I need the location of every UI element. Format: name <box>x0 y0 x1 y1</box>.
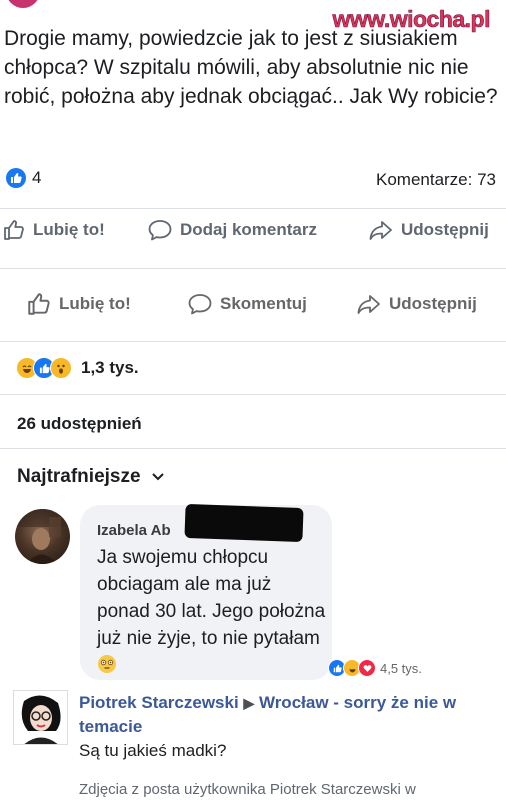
share-caption[interactable]: Zdjęcia z posta użytkownika Piotrek Star… <box>79 781 416 798</box>
shares-count[interactable]: 26 udostępnień <box>17 414 142 434</box>
like-label: Lubię to! <box>59 294 131 313</box>
share-icon <box>369 221 392 240</box>
divider <box>0 268 506 269</box>
commenter-avatar[interactable] <box>15 509 70 564</box>
comment-icon <box>188 294 212 315</box>
comment-button[interactable]: Skomentuj <box>187 291 307 317</box>
share-author-link[interactable]: Piotrek Starczewski <box>79 693 239 712</box>
comment-text: Ja swojemu chłopcu obciagam ale ma już p… <box>97 544 327 679</box>
share-label: Udostępnij <box>389 294 477 313</box>
thumbs-up-icon <box>28 293 50 315</box>
reactions-count: 1,3 tys. <box>81 358 139 377</box>
likes-summary[interactable]: 4 <box>6 168 41 188</box>
wow-reaction-icon <box>50 357 72 379</box>
divider <box>0 394 506 395</box>
chevron-down-icon <box>151 473 164 481</box>
share-button[interactable]: Udostępnij <box>356 291 477 317</box>
divider <box>0 208 506 209</box>
comments-count[interactable]: Komentarze: 73 <box>376 170 496 190</box>
divider <box>0 341 506 342</box>
flushed-emoji-icon <box>98 655 116 673</box>
add-comment-label: Dodaj komentarz <box>180 220 317 239</box>
love-reaction-icon <box>358 659 376 677</box>
share-text: Są tu jakieś madki? <box>79 741 227 760</box>
reactions-summary[interactable]: 1,3 tys. <box>16 357 139 379</box>
comment-body: Ja swojemu chłopcu obciagam ale ma już p… <box>97 547 326 649</box>
add-comment-button[interactable]: Dodaj komentarz <box>147 218 317 242</box>
redaction-bar <box>184 503 304 543</box>
commenter-name[interactable]: Izabela Ab <box>97 522 171 539</box>
comment-sort-dropdown[interactable]: Najtrafniejsze <box>17 466 165 488</box>
share-label: Udostępnij <box>401 220 489 239</box>
sort-label: Najtrafniejsze <box>17 466 141 487</box>
like-button[interactable]: Lubię to! <box>2 218 105 242</box>
divider <box>0 448 506 449</box>
comment-icon <box>148 220 172 241</box>
share-button[interactable]: Udostępnij <box>368 218 489 242</box>
like-reaction-icon <box>6 168 26 188</box>
share-header: Piotrek Starczewski ▶ Wrocław - sorry że… <box>79 691 499 739</box>
likes-count: 4 <box>32 168 42 187</box>
like-button[interactable]: Lubię to! <box>26 291 131 317</box>
comment-reactions-count: 4,5 tys. <box>380 660 422 676</box>
thumbs-up-icon <box>4 220 24 240</box>
section-separator <box>0 680 506 688</box>
triangle-right-icon: ▶ <box>243 695 255 711</box>
like-label: Lubię to! <box>33 220 105 239</box>
piotrek-avatar[interactable] <box>13 690 68 745</box>
comment-label: Skomentuj <box>220 294 307 313</box>
post-text: Drogie mamy, powiedzcie jak to jest z si… <box>4 27 498 108</box>
share-icon <box>357 295 380 314</box>
comment-reactions[interactable]: 4,5 tys. <box>328 659 422 677</box>
